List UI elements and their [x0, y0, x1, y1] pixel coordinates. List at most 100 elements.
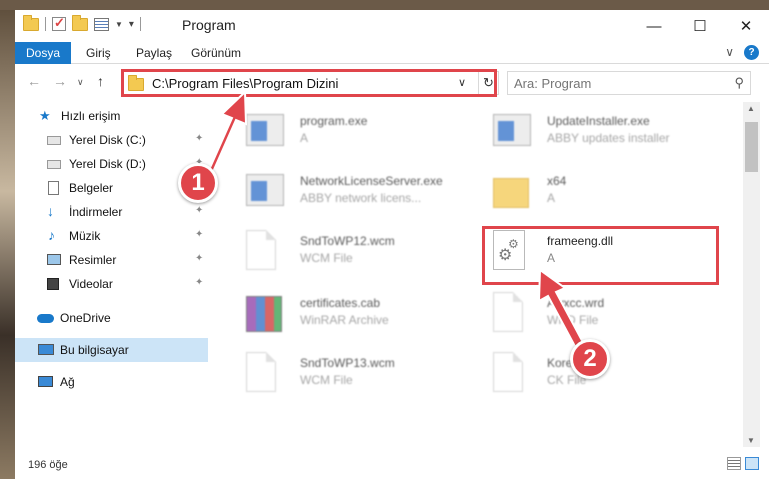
toolbar-separator: [139, 17, 141, 31]
chevron-down-icon[interactable]: ▼: [115, 20, 123, 29]
recent-locations-button[interactable]: ∨: [77, 77, 84, 88]
scrollbar-thumb[interactable]: [745, 122, 758, 172]
back-button[interactable]: ←: [27, 73, 41, 89]
expand-ribbon-icon[interactable]: ∨: [725, 45, 734, 60]
sidebar-item-label: Müzik: [69, 229, 101, 243]
help-icon[interactable]: ?: [744, 45, 759, 60]
pin-icon[interactable]: ✦: [195, 277, 203, 288]
window-title: Program: [182, 17, 236, 33]
tab-home[interactable]: Giriş: [86, 42, 111, 64]
search-input[interactable]: [514, 75, 714, 91]
search-icon[interactable]: ⚲: [734, 75, 744, 91]
tab-share[interactable]: Paylaş: [136, 42, 172, 64]
window-controls: — ☐ ✕: [631, 10, 769, 42]
sidebar-item-local-disk-d[interactable]: Yerel Disk (D:) ✦: [15, 152, 208, 176]
winrar-icon: [246, 292, 286, 336]
properties-check-icon[interactable]: [52, 15, 66, 31]
document-icon: [246, 352, 286, 396]
sidebar-item-onedrive[interactable]: OneDrive: [15, 306, 208, 330]
exe-icon: [246, 110, 286, 154]
computer-icon: [38, 344, 54, 355]
pin-icon[interactable]: ✦: [195, 133, 203, 144]
address-highlight-box: [121, 69, 497, 97]
file-name: UpdateInstaller.exe: [547, 114, 650, 128]
tab-view[interactable]: Görünüm: [191, 42, 241, 64]
view-options-icon[interactable]: [94, 17, 109, 31]
sidebar-item-label: Yerel Disk (C:): [69, 133, 146, 147]
search-box[interactable]: ⚲: [507, 71, 751, 95]
tiles-view-icon[interactable]: [745, 457, 759, 470]
documents-icon: [48, 181, 59, 195]
pin-icon[interactable]: ✦: [195, 205, 203, 216]
file-description: WCM File: [300, 251, 353, 265]
file-description: WRD File: [547, 313, 599, 327]
customize-toolbar-icon[interactable]: ▾: [129, 19, 134, 30]
sidebar-item-label: İndirmeler: [69, 205, 123, 219]
pictures-icon: [47, 254, 61, 265]
quick-access-toolbar: ▼ ▾: [23, 14, 141, 31]
file-item[interactable]: Awxcc.wrd WRD File: [485, 288, 715, 344]
folder-icon[interactable]: [23, 14, 39, 31]
file-description: WinRAR Archive: [300, 313, 389, 327]
file-item[interactable]: certificates.cab WinRAR Archive: [238, 288, 468, 344]
sidebar-item-pictures[interactable]: Resimler ✦: [15, 248, 208, 272]
tab-file[interactable]: Dosya: [15, 42, 71, 64]
file-name: SndToWP13.wcm: [300, 356, 395, 370]
onedrive-icon: [37, 314, 54, 323]
file-name: program.exe: [300, 114, 368, 128]
star-icon: ★: [39, 108, 51, 123]
new-folder-icon[interactable]: [72, 14, 88, 31]
minimize-button[interactable]: —: [631, 10, 677, 42]
sidebar-item-this-pc[interactable]: Bu bilgisayar: [15, 338, 208, 362]
sidebar-item-network[interactable]: Ağ: [15, 370, 208, 394]
step-badge-1: 1: [178, 163, 218, 203]
sidebar-item-label: Belgeler: [69, 181, 114, 195]
desktop-background: [0, 0, 15, 479]
sidebar-item-label: Yerel Disk (D:): [69, 157, 146, 171]
folder-icon: [493, 170, 533, 214]
up-button[interactable]: ↑: [97, 73, 104, 89]
title-bar: ▼ ▾ Program — ☐ ✕: [15, 10, 769, 42]
sidebar-item-videos[interactable]: Videolar ✦: [15, 272, 208, 296]
close-button[interactable]: ✕: [723, 10, 769, 42]
navigation-pane: ★ Hızlı erişim Yerel Disk (C:) ✦ Yerel D…: [15, 100, 208, 450]
sidebar-item-label: Ağ: [60, 375, 75, 389]
app-icon: [493, 110, 533, 154]
file-item[interactable]: NetworkLicenseServer.exe ABBY network li…: [238, 166, 468, 222]
file-name: NetworkLicenseServer.exe: [300, 174, 443, 188]
sidebar-item-label: Resimler: [69, 253, 117, 267]
sidebar-item-music[interactable]: ♪ Müzik ✦: [15, 224, 208, 248]
forward-button[interactable]: →: [53, 73, 67, 89]
sidebar-item-local-disk-c[interactable]: Yerel Disk (C:) ✦: [15, 128, 208, 152]
desktop-background-top: [0, 0, 769, 10]
file-item[interactable]: x64 A: [485, 166, 715, 222]
scroll-up-icon[interactable]: ▲: [747, 104, 755, 113]
file-item[interactable]: UpdateInstaller.exe ABBY updates install…: [485, 106, 715, 162]
vertical-scrollbar[interactable]: ▲ ▼: [743, 102, 760, 447]
file-name: x64: [547, 174, 567, 188]
pin-icon[interactable]: ✦: [195, 229, 203, 240]
sidebar-item-downloads[interactable]: ↓ İndirmeler ✦: [15, 200, 208, 224]
ribbon-controls: ∨ ?: [725, 45, 759, 60]
file-name: SndToWP12.wcm: [300, 234, 395, 248]
scroll-down-icon[interactable]: ▼: [747, 436, 755, 445]
file-description: ABBY network licens...: [300, 191, 422, 205]
ribbon-tabs: Dosya Giriş Paylaş Görünüm ∨ ?: [15, 42, 769, 64]
file-item[interactable]: program.exe A: [238, 106, 468, 162]
item-count: 196 öğe: [28, 459, 68, 471]
details-view-icon[interactable]: [727, 457, 741, 470]
file-item[interactable]: SndToWP13.wcm WCM File: [238, 348, 468, 404]
file-item[interactable]: SndToWP12.wcm WCM File: [238, 226, 468, 282]
app-icon: [246, 170, 286, 214]
music-icon: ♪: [48, 227, 55, 243]
file-description: WCM File: [300, 373, 353, 387]
sidebar-item-label: OneDrive: [60, 311, 111, 325]
document-icon: [493, 292, 533, 336]
file-name: Awxcc.wrd: [547, 296, 605, 310]
sidebar-item-quick-access[interactable]: ★ Hızlı erişim: [15, 104, 208, 128]
videos-icon: [47, 278, 59, 290]
file-description: A: [547, 191, 556, 205]
maximize-button[interactable]: ☐: [677, 10, 723, 42]
file-description: A: [300, 131, 309, 145]
pin-icon[interactable]: ✦: [195, 253, 203, 264]
